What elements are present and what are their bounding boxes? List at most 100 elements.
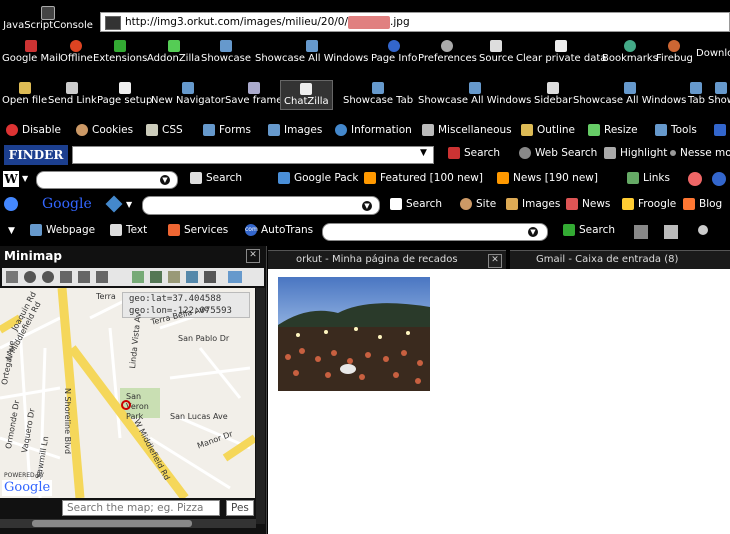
- finder-search-input[interactable]: [72, 146, 434, 164]
- new-navigator-button[interactable]: New Navigator: [151, 82, 225, 106]
- wikipedia-logo[interactable]: W: [3, 171, 19, 187]
- resize-menu[interactable]: Resize: [588, 124, 638, 136]
- page-setup-button[interactable]: Page setup: [97, 82, 152, 106]
- google-blog-button[interactable]: Blog: [683, 198, 722, 210]
- css-menu[interactable]: CSS: [146, 124, 183, 136]
- map-pes-input[interactable]: [226, 500, 254, 516]
- firefox-icon[interactable]: [688, 172, 702, 186]
- collapse-icon[interactable]: [96, 271, 108, 283]
- google-mail-button[interactable]: Google Mail: [2, 40, 61, 64]
- open-file-button[interactable]: Open file: [2, 82, 47, 106]
- extensions-button[interactable]: Extensions: [93, 40, 147, 64]
- showcase-all-windows-button-3[interactable]: Showcase All Windows: [573, 82, 686, 106]
- send-link-button[interactable]: Send Link: [48, 82, 97, 106]
- wiki-search-input[interactable]: [36, 171, 178, 189]
- highlight-button[interactable]: Highlight: [604, 147, 667, 159]
- google-site-button[interactable]: Site: [460, 198, 496, 210]
- map-view-icon[interactable]: [132, 271, 144, 283]
- finder-search-button[interactable]: Search: [448, 147, 500, 159]
- google-froogle-button[interactable]: Froogle: [622, 198, 676, 210]
- google-go-icon[interactable]: ▼: [362, 201, 372, 211]
- settings-icon[interactable]: [228, 271, 242, 283]
- more-icon-2[interactable]: [712, 172, 726, 186]
- hybrid-view-icon[interactable]: [168, 271, 180, 283]
- pointer-icon[interactable]: [204, 271, 216, 283]
- offline-button[interactable]: Offline: [60, 40, 93, 64]
- tab-button[interactable]: Tab: [688, 82, 705, 106]
- expand-icon[interactable]: [78, 271, 90, 283]
- pan-icon[interactable]: [60, 271, 72, 283]
- wiki-search-button[interactable]: Search: [190, 172, 242, 184]
- images-menu[interactable]: Images: [268, 124, 322, 136]
- showcase-all-windows-button[interactable]: Showcase All Windows: [255, 40, 368, 64]
- firebug-button[interactable]: Firebug: [656, 40, 693, 64]
- translate-options-icon[interactable]: [634, 225, 648, 239]
- miscellaneous-menu[interactable]: Miscellaneous: [422, 124, 512, 136]
- google-news-button[interactable]: News: [566, 198, 610, 210]
- services-button[interactable]: Services: [168, 224, 228, 236]
- bookmarks-button[interactable]: Bookmarks: [602, 40, 658, 64]
- map-tool-icon[interactable]: [6, 271, 18, 283]
- web-search-button[interactable]: Web Search: [519, 147, 597, 159]
- downloads-button[interactable]: Downlo: [696, 48, 730, 59]
- overflow-icon[interactable]: [714, 124, 730, 136]
- minimap-close-icon[interactable]: ✕: [246, 249, 260, 263]
- tab-orkut[interactable]: orkut - Minha página de recados ✕: [268, 250, 506, 269]
- addonzilla-button[interactable]: AddonZilla: [147, 40, 200, 64]
- information-menu[interactable]: Information: [335, 124, 412, 136]
- showcase-button[interactable]: Showcase: [201, 40, 251, 64]
- text-button[interactable]: Text: [110, 224, 147, 236]
- google-search-input[interactable]: [142, 196, 380, 215]
- disable-menu[interactable]: Disable: [6, 124, 61, 136]
- show-button[interactable]: Show: [708, 82, 730, 106]
- google-logo[interactable]: Google: [42, 196, 92, 212]
- clear-private-data-button[interactable]: Clear private data: [516, 40, 606, 64]
- wiki-go-icon[interactable]: ▼: [160, 175, 170, 185]
- finder-logo[interactable]: FINDER: [4, 145, 68, 165]
- concert-photo[interactable]: [278, 277, 430, 391]
- chatzilla-button[interactable]: ChatZilla: [280, 80, 333, 110]
- showcase-tab-button[interactable]: Showcase Tab: [343, 82, 413, 106]
- address-bar[interactable]: http://img3.orkut.com/images/milieu/20/0…: [100, 12, 730, 32]
- map-vertical-scrollbar[interactable]: [256, 288, 265, 524]
- map-search-input[interactable]: [62, 500, 220, 516]
- autotrans-button[interactable]: com AutoTrans: [245, 224, 313, 236]
- page-info-button[interactable]: Page Info: [371, 40, 417, 64]
- outline-menu[interactable]: Outline: [521, 124, 575, 136]
- translate-go-icon[interactable]: ▼: [528, 227, 538, 237]
- dropdown-arrow-icon[interactable]: ▼: [8, 226, 15, 236]
- cookies-menu[interactable]: Cookies: [76, 124, 133, 136]
- minimap-map[interactable]: geo:lat=37.404588 geo:lon=-122.075593 Te…: [0, 288, 255, 498]
- google-options-dropdown-icon[interactable]: ▼: [126, 200, 132, 209]
- featured-feed-button[interactable]: Featured [100 new]: [364, 172, 483, 184]
- image-tool-icon[interactable]: [664, 225, 678, 239]
- tools-menu[interactable]: Tools: [655, 124, 697, 136]
- pin-icon[interactable]: [698, 225, 708, 235]
- translate-search-button[interactable]: Search: [563, 224, 615, 236]
- news-feed-button[interactable]: News [190 new]: [497, 172, 598, 184]
- finder-dropdown-icon[interactable]: ▼: [420, 148, 427, 158]
- wiki-dropdown-icon[interactable]: ▼: [22, 174, 28, 183]
- translate-input[interactable]: [322, 223, 548, 241]
- links-button[interactable]: Links: [627, 172, 670, 184]
- google-pack-button[interactable]: Google Pack: [278, 172, 359, 184]
- sidebar-button[interactable]: Sidebar: [534, 82, 572, 106]
- google-options-icon[interactable]: [105, 195, 123, 213]
- car-icon[interactable]: [186, 271, 198, 283]
- preferences-button[interactable]: Preferences: [418, 40, 477, 64]
- google-images-button[interactable]: Images: [506, 198, 560, 210]
- zoom-out-icon[interactable]: [42, 271, 54, 283]
- webpage-button[interactable]: Webpage: [30, 224, 95, 236]
- nesse-mo-button[interactable]: Nesse mo: [670, 147, 730, 159]
- satellite-view-icon[interactable]: [150, 271, 162, 283]
- scroll-thumb[interactable]: [32, 520, 192, 527]
- source-button[interactable]: Source: [479, 40, 513, 64]
- tab-orkut-close-icon[interactable]: ✕: [488, 254, 502, 268]
- map-horizontal-scrollbar[interactable]: [0, 519, 256, 528]
- javascript-console-button[interactable]: JavaScriptConsole: [2, 6, 94, 34]
- showcase-all-windows-button-2[interactable]: Showcase All Windows: [418, 82, 531, 106]
- google-search-button[interactable]: Search: [390, 198, 442, 210]
- forms-menu[interactable]: Forms: [203, 124, 251, 136]
- google-toolbar-icon[interactable]: [4, 197, 18, 211]
- zoom-in-icon[interactable]: [24, 271, 36, 283]
